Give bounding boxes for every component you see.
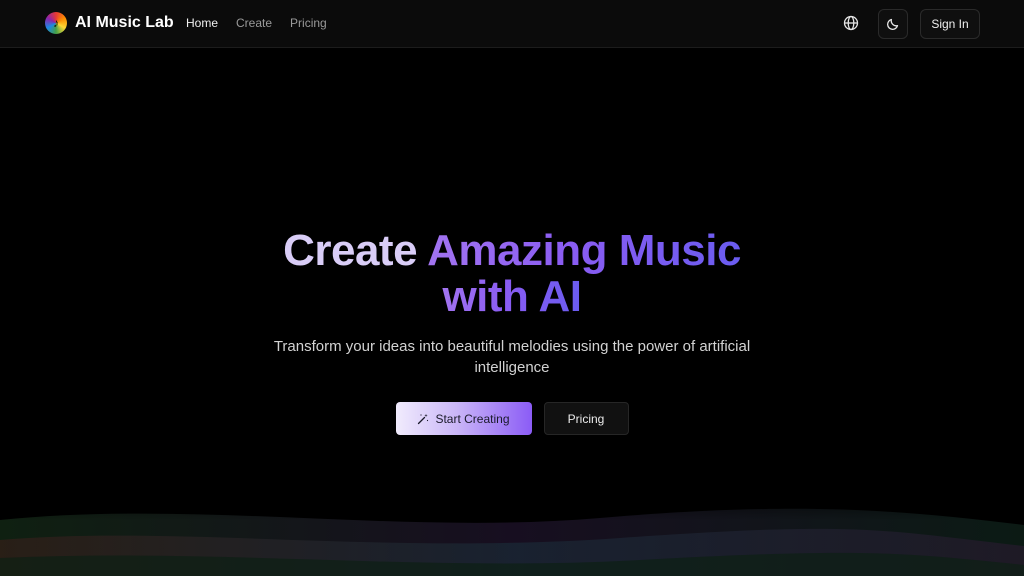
nav-pricing[interactable]: Pricing <box>290 16 327 30</box>
hero-section: Create Amazing Music with AI Transform y… <box>0 228 1024 435</box>
moon-icon <box>887 18 899 30</box>
language-button[interactable] <box>840 12 862 34</box>
brand-name: AI Music Lab <box>75 14 174 31</box>
theme-toggle-button[interactable] <box>878 9 908 39</box>
nav-home[interactable]: Home <box>186 16 218 30</box>
headline-part2: Amazing Music <box>427 226 741 275</box>
start-creating-label: Start Creating <box>435 411 510 426</box>
music-logo-icon: ♪ <box>45 12 67 34</box>
hero-subtitle: Transform your ideas into beautiful melo… <box>273 338 751 376</box>
sign-in-button[interactable]: Sign In <box>920 9 980 39</box>
hero-headline: Create Amazing Music with AI <box>0 228 1024 320</box>
headline-part1: Create <box>283 226 428 275</box>
globe-icon <box>843 15 859 31</box>
pricing-button[interactable]: Pricing <box>543 402 629 435</box>
hero-actions: Start Creating Pricing <box>0 402 1024 435</box>
nav-create[interactable]: Create <box>236 16 272 30</box>
main-nav: Home Create Pricing <box>186 16 327 30</box>
decorative-waves <box>0 480 1024 576</box>
start-creating-button[interactable]: Start Creating <box>395 402 532 435</box>
brand[interactable]: ♪ AI Music Lab <box>45 12 174 34</box>
magic-wand-icon <box>418 413 429 424</box>
headline-line2: with AI <box>442 272 582 321</box>
top-navbar: ♪ AI Music Lab Home Create Pricing Sign … <box>0 0 1024 48</box>
